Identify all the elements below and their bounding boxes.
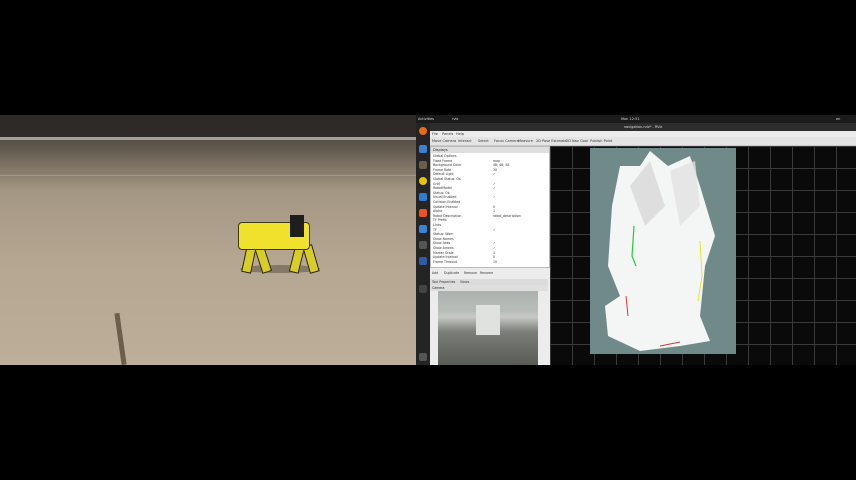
files-icon[interactable]: [419, 145, 427, 153]
back-wall: [0, 115, 416, 137]
display-row-name: Collision Enabled: [433, 200, 461, 204]
menu-panels[interactable]: Panels: [442, 132, 453, 136]
camera-image: [438, 291, 538, 365]
display-row-name: Update Interval: [433, 204, 458, 209]
display-row-name: Show Names: [433, 236, 454, 241]
terminal-icon[interactable]: [419, 161, 427, 169]
activities-button[interactable]: Activities: [418, 117, 434, 121]
software-icon[interactable]: [419, 209, 427, 217]
display-row-name: Robot Description: [433, 213, 462, 218]
move-camera-tool[interactable]: Move Camera: [432, 139, 456, 143]
pose-estimate-tool[interactable]: 2D Pose Estimate: [536, 139, 567, 143]
floor-marker-stick: [114, 312, 127, 365]
measure-tool[interactable]: Measure: [518, 139, 533, 143]
robot-lidar-sensor: [290, 215, 304, 237]
display-row-name: Update Interval: [433, 255, 458, 260]
display-row-name: Global Status: Ok: [433, 177, 461, 181]
display-row-name: Show Arrows: [433, 246, 454, 250]
display-row-name: Frame Timeout: [433, 259, 457, 264]
help-icon[interactable]: [419, 225, 427, 233]
display-row-name: Links: [433, 223, 442, 227]
app-menu[interactable]: rviz: [452, 117, 458, 121]
rviz-3d-view[interactable]: [550, 146, 856, 365]
tab-views[interactable]: Views: [460, 280, 469, 284]
camera-corridor: [476, 305, 500, 335]
system-topbar: Activities rviz Mon 12:51 en: [416, 115, 856, 123]
display-row-name: Frame Rate: [433, 167, 452, 172]
duplicate-button[interactable]: Duplicate: [444, 271, 459, 275]
writer-icon[interactable]: [419, 193, 427, 201]
language-indicator[interactable]: en: [836, 117, 840, 121]
rename-button[interactable]: Rename: [480, 271, 493, 275]
display-row-name: TF: [433, 227, 437, 232]
displays-panel-title: Displays: [431, 147, 549, 153]
editor-icon[interactable]: [419, 257, 427, 265]
tab-tool-properties[interactable]: Tool Properties: [432, 280, 455, 284]
displays-buttons: Add Duplicate Remove Rename: [430, 268, 548, 278]
apps-icon[interactable]: [419, 353, 427, 361]
select-tool[interactable]: Select: [478, 139, 489, 143]
display-row-name: Marker Scale: [433, 250, 454, 255]
rviz-icon[interactable]: [419, 285, 427, 293]
display-row-name: Alpha: [433, 209, 443, 214]
menu-help[interactable]: Help: [456, 132, 464, 136]
display-row-name: Background Color: [433, 163, 462, 168]
dock: [416, 123, 430, 365]
robot-video-frame: [0, 115, 416, 365]
remove-button[interactable]: Remove: [464, 271, 477, 275]
add-button[interactable]: Add: [432, 271, 438, 275]
publish-point-tool[interactable]: Publish Point: [590, 139, 612, 143]
display-row-name: Default Light: [433, 172, 454, 177]
rhythmbox-icon[interactable]: [419, 177, 427, 185]
nav-goal-tool[interactable]: 2D Nav Goal: [566, 139, 588, 143]
display-row-name: Status: Warn: [433, 232, 454, 237]
rviz-window: navigation.rviz* - RViz File Panels Help…: [430, 123, 856, 365]
wall-baseboard: [0, 137, 416, 140]
rviz-toolbar: Move Camera Interact Select Focus Camera…: [430, 137, 856, 146]
firefox-icon[interactable]: [419, 127, 427, 135]
clock[interactable]: Mon 12:51: [621, 117, 640, 121]
laser-scan-overlay: [605, 151, 715, 351]
display-row-name: Grid: [433, 181, 440, 186]
menu-file[interactable]: File: [432, 132, 438, 136]
focus-camera-tool[interactable]: Focus Camera: [494, 139, 519, 143]
display-row-value[interactable]: 15: [493, 260, 497, 265]
display-row-name: Show Axes: [433, 241, 451, 246]
floor-line: [0, 175, 416, 176]
display-row[interactable]: Frame Timeout 15: [433, 260, 547, 265]
display-row-name: Visual Enabled: [433, 195, 457, 200]
display-row-name: Fixed Frame: [433, 158, 453, 163]
display-row-name: Status: Ok: [433, 190, 450, 195]
interact-tool[interactable]: Interact: [458, 139, 472, 143]
window-title: navigation.rviz* - RViz: [430, 123, 856, 131]
display-row-name: TF Prefix: [433, 218, 447, 223]
settings-icon[interactable]: [419, 241, 427, 249]
desktop-screen: Activities rviz Mon 12:51 en navigation.…: [416, 115, 856, 365]
display-row-name: Global Options: [433, 154, 457, 158]
displays-panel: Displays Global Options Fixed Frame map Bac…: [430, 146, 550, 268]
display-row-name: RobotModel: [433, 186, 452, 191]
